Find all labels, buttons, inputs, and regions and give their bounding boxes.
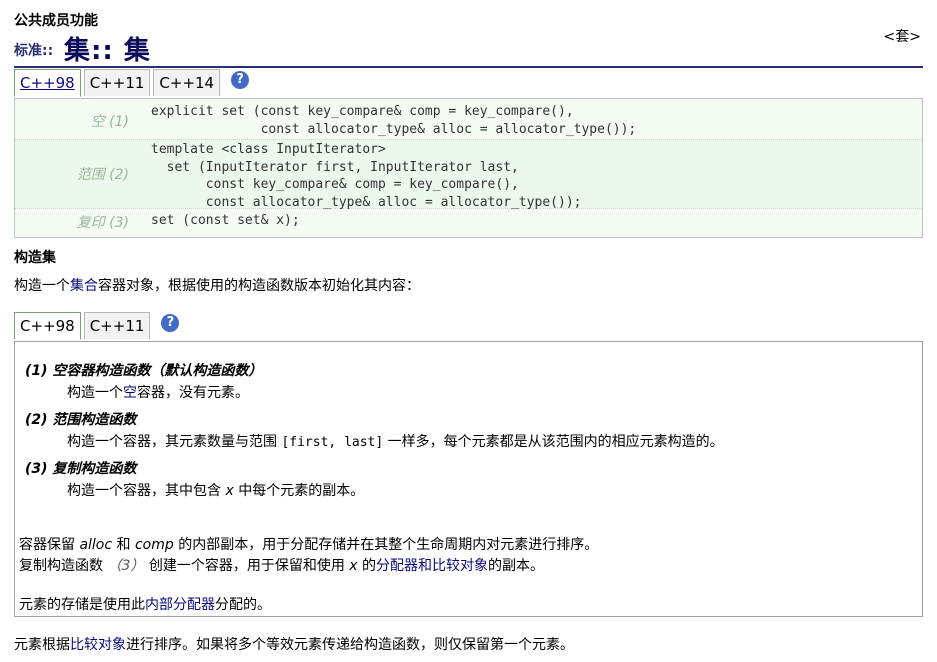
tab-cpp98[interactable]: C++98 <box>14 69 81 97</box>
item-heading: (1) 空容器构造函数（默认构造函数） <box>25 363 263 379</box>
prototype-box: 空 (1) explicit set (const key_compare& c… <box>14 98 923 238</box>
item-body: 构造一个容器，其元素数量与范围 [first, last] 一样多，每个元素都是… <box>67 434 724 450</box>
prototype-code: set (const set& x); <box>151 213 300 228</box>
description-box: (1) 空容器构造函数（默认构造函数） 构造一个空容器，没有元素。 (2) 范围… <box>14 341 923 617</box>
note-paragraph: 容器保留 alloc 和 comp 的内部副本，用于分配存储并在其整个生命周期内… <box>19 537 599 553</box>
empty-link[interactable]: 空 <box>123 385 137 401</box>
page-title-row: 标准:: 集:: 集 <套> <box>14 29 923 68</box>
description-version-tabs: C++98 C++11 ? <box>14 312 180 340</box>
allocator-comparison-link[interactable]: 分配器和比较对象 <box>376 558 488 574</box>
help-icon[interactable]: ? <box>231 71 250 89</box>
header-set-link[interactable]: <套> <box>884 26 921 46</box>
namespace-prefix: 标准:: <box>14 43 54 59</box>
set-link[interactable]: 集合 <box>70 278 98 294</box>
section-label: 公共成员功能 <box>14 13 98 29</box>
note-paragraph: 元素的存储是使用此内部分配器分配的。 <box>19 597 271 613</box>
page-title: 集:: 集 <box>64 36 151 66</box>
item-heading: (3) 复制构造函数 <box>25 461 137 477</box>
prototype-code: template <class InputIterator> set (Inpu… <box>151 142 582 210</box>
item-body: 构造一个空容器，没有元素。 <box>67 385 249 401</box>
ordering-note: 元素根据比较对象进行排序。如果将多个等效元素传递给构造函数，则仅保留第一个元素。 <box>14 637 574 653</box>
prototype-version-tabs: C++98 C++11 C++14 ? <box>14 69 250 97</box>
tab-cpp98[interactable]: C++98 <box>14 312 81 340</box>
item-body: 构造一个容器，其中包含 x 中每个元素的副本。 <box>67 483 365 499</box>
help-icon[interactable]: ? <box>161 314 180 332</box>
prototype-row-copy: 复印 (3) set (const set& x); <box>15 209 922 233</box>
prototype-row-range: 范围 (2) template <class InputIterator> se… <box>15 139 922 210</box>
prototype-label: 复印 (3) <box>76 215 129 231</box>
comparison-object-link[interactable]: 比较对象 <box>70 637 126 653</box>
prototype-code: explicit set (const key_compare& comp = … <box>151 104 637 137</box>
tab-cpp14[interactable]: C++14 <box>153 69 221 96</box>
prototype-label: 空 (1) <box>90 114 129 130</box>
note-paragraph: 复制构造函数 （3） 创建一个容器，用于保留和使用 x 的分配器和比较对象的副本… <box>19 558 545 574</box>
construct-heading: 构造集 <box>14 250 56 266</box>
tab-cpp11[interactable]: C++11 <box>83 69 151 96</box>
tab-cpp11[interactable]: C++11 <box>83 312 151 339</box>
item-heading: (2) 范围构造函数 <box>25 412 137 428</box>
construct-description: 构造一个集合容器对象，根据使用的构造函数版本初始化其内容： <box>14 278 420 294</box>
internal-allocator-link[interactable]: 内部分配器 <box>145 597 215 613</box>
prototype-row-empty: 空 (1) explicit set (const key_compare& c… <box>15 101 922 137</box>
prototype-label: 范围 (2) <box>76 167 129 183</box>
